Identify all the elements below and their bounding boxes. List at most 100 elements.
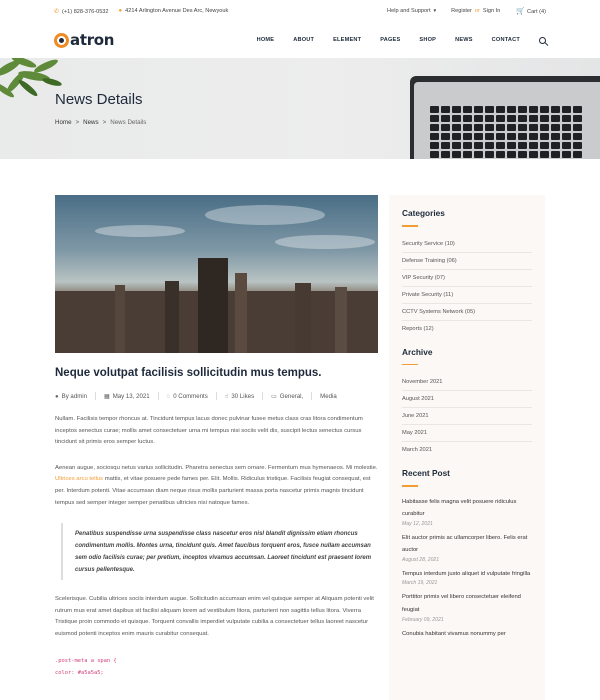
or-text: or [474, 8, 480, 14]
keyboard-key [551, 124, 560, 131]
sidebar: Categories Security Service (10) Defense… [389, 195, 545, 700]
keyboard-key [573, 115, 582, 122]
meta-categories[interactable]: ▭ General, [271, 393, 303, 400]
keyboard-key [573, 133, 582, 140]
recent-post-link[interactable]: Habitasse felis magna velit posuere ridi… [402, 496, 532, 521]
keyboard-key [518, 142, 527, 149]
breadcrumb-news[interactable]: News [83, 119, 98, 126]
top-bar: ✆ (+1) 828-376-0532 ● 4214 Arlington Avenu… [0, 0, 600, 22]
keyboard-key [551, 115, 560, 122]
meta-cat-general: General, [279, 392, 304, 400]
categories-title: Categories [402, 208, 445, 218]
categories-list: Security Service (10) Defense Training (… [402, 236, 532, 337]
category-item[interactable]: VIP Security (07) [402, 270, 532, 287]
keyboard-key [518, 115, 527, 122]
recent-post-link[interactable]: Elit auctor primis ac ullamcorper libero… [402, 532, 532, 557]
recent-post-link[interactable]: Porttitor primis vel libero consectetuer… [402, 591, 532, 616]
signin-link[interactable]: Sign In [483, 8, 500, 14]
keyboard-key [441, 133, 450, 140]
meta-date-label: May 13, 2021 [112, 392, 150, 400]
meta-cat-media[interactable]: Media [320, 393, 337, 400]
recent-post-link[interactable]: Conubia habitant vivamus nonummy per [402, 628, 532, 641]
archive-item[interactable]: August 2021 [402, 391, 532, 408]
phone-item[interactable]: ✆ (+1) 828-376-0532 [54, 8, 109, 15]
keyboard-key [562, 106, 571, 113]
keyboard-key [540, 106, 549, 113]
keyboard-key [452, 115, 461, 122]
code-line: color: #a5a5a5; [55, 669, 104, 676]
keyboard-key [485, 133, 494, 140]
archive-item[interactable]: May 2021 [402, 425, 532, 442]
keyboard-key [507, 133, 516, 140]
search-icon[interactable] [539, 36, 546, 44]
main-nav: HOME ABOUT ELEMENT PAGES SHOP NEWS CONTA… [238, 36, 546, 44]
keyboard-key [540, 133, 549, 140]
nav-news[interactable]: NEWS [455, 37, 473, 43]
category-item[interactable]: Private Security (11) [402, 287, 532, 304]
keyboard-key [529, 142, 538, 149]
recent-post-item[interactable]: Habitasse felis magna velit posuere ridi… [402, 496, 532, 527]
keyboard-key [452, 133, 461, 140]
recent-post-item[interactable]: Conubia habitant vivamus nonummy per [402, 628, 532, 641]
cart-icon: 🛒 [516, 8, 526, 15]
nav-about[interactable]: ABOUT [293, 37, 314, 43]
meta-comments[interactable]: ◌ 0 Comments [167, 393, 208, 400]
recent-post-item[interactable]: Porttitor primis vel libero consectetuer… [402, 591, 532, 622]
register-link[interactable]: Register [451, 8, 472, 14]
meta-likes-label: 30 Likes [231, 392, 255, 400]
nav-pages[interactable]: PAGES [380, 37, 400, 43]
keyboard-key [562, 151, 571, 158]
recent-post-item[interactable]: Tempus interdum justo aliquet id vulputa… [402, 568, 532, 587]
meta-divider [157, 392, 159, 400]
keyboard-key [463, 115, 472, 122]
meta-comments-label: 0 Comments [173, 392, 208, 400]
archive-item[interactable]: November 2021 [402, 374, 532, 391]
keyboard-key [496, 106, 505, 113]
post-featured-image [55, 195, 378, 353]
page-banner: News Details Home > News > News Details [0, 58, 600, 159]
keyboard-key [573, 106, 582, 113]
nav-shop[interactable]: SHOP [419, 37, 436, 43]
keyboard-key [496, 133, 505, 140]
meta-likes[interactable]: ☝ 30 Likes [225, 393, 254, 400]
address-item: ● 4214 Arlington Avenue Des Arc, Newyouk [119, 8, 229, 14]
keyboard-key [474, 115, 483, 122]
category-item[interactable]: Reports (12) [402, 321, 532, 337]
category-item[interactable]: Security Service (10) [402, 236, 532, 253]
archive-list: November 2021 August 2021 June 2021 May … [402, 374, 532, 458]
nav-contact[interactable]: CONTACT [492, 37, 520, 43]
inline-link[interactable]: Ultrices arcu tellus [55, 476, 103, 482]
thumbs-up-icon: ☝ [224, 393, 229, 400]
recent-post-item[interactable]: Elit auctor primis ac ullamcorper libero… [402, 532, 532, 563]
code-line: .post-meta a span { [55, 657, 117, 664]
post-paragraph: Scelerisque. Cubilia ultrices sociis int… [55, 596, 374, 637]
breadcrumb-home[interactable]: Home [55, 119, 72, 126]
logo[interactable]: atron [54, 31, 114, 49]
nav-element[interactable]: ELEMENT [333, 37, 361, 43]
keyboard-key [562, 133, 571, 140]
comment-icon: ◌ [166, 393, 171, 400]
archive-item[interactable]: March 2021 [402, 442, 532, 458]
post-meta: ● By admin ▦ May 13, 2021 ◌ 0 Comments ☝ 30 … [55, 392, 378, 400]
cart-link[interactable]: 🛒 Cart (4) [516, 7, 546, 15]
help-dropdown[interactable]: Help and Support ▼ [387, 8, 437, 14]
breadcrumb-current: News Details [110, 119, 147, 126]
recent-post-link[interactable]: Tempus interdum justo aliquet id vulputa… [402, 568, 532, 581]
category-item[interactable]: Defense Training (06) [402, 253, 532, 270]
archive-item[interactable]: June 2021 [402, 408, 532, 425]
keyboard-key [540, 151, 549, 158]
keyboard-key [485, 115, 494, 122]
recent-post-date: August 28, 2021 [402, 556, 440, 563]
nav-home[interactable]: HOME [257, 37, 275, 43]
keyboard-key [430, 133, 439, 140]
page-title: News Details [55, 91, 143, 108]
category-item[interactable]: CCTV Systems Network (05) [402, 304, 532, 321]
keyboard-key [463, 151, 472, 158]
keyboard-key [529, 106, 538, 113]
breadcrumb-separator: > [75, 119, 80, 126]
keyboard-key [463, 124, 472, 131]
keyboard-key [562, 124, 571, 131]
meta-author[interactable]: ● By admin [55, 393, 87, 400]
keyboard-key [507, 142, 516, 149]
meta-date: ▦ May 13, 2021 [104, 393, 150, 400]
